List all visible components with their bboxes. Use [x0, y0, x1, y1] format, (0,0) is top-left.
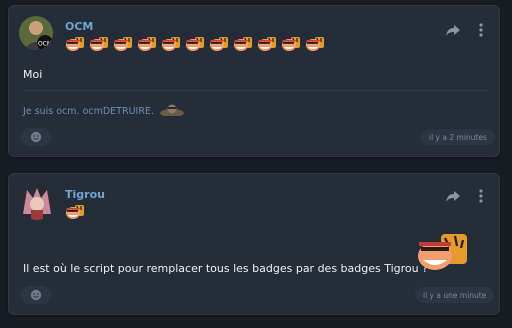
signature: Je suis ocm. ocmDETRUIRE. [23, 104, 185, 119]
username-ocm[interactable]: OCM [65, 20, 93, 33]
tiger-badge-icon[interactable] [161, 36, 181, 52]
tiger-badge-icon[interactable] [65, 36, 85, 52]
more-vertical-icon[interactable] [473, 22, 489, 38]
signature-divider [23, 90, 487, 91]
reaction-smiley-icon [30, 289, 42, 301]
badge-list [65, 204, 85, 220]
post-body: Il est où le script pour remplacer tous … [23, 262, 428, 275]
post-timestamp[interactable]: il y a une minute [415, 287, 495, 303]
username-tigrou[interactable]: Tigrou [65, 188, 105, 201]
more-vertical-icon[interactable] [473, 188, 489, 204]
reaction-button[interactable] [21, 128, 51, 146]
post-timestamp[interactable]: il y a 2 minutes [421, 129, 495, 145]
reaction-button[interactable] [21, 286, 51, 304]
post-card-tigrou: Tigrou Il est où le script pour remplace… [8, 173, 500, 315]
tiger-badge-icon[interactable] [233, 36, 253, 52]
avatar-ocm[interactable]: OCM [19, 16, 53, 50]
tiger-badge-icon[interactable] [185, 36, 205, 52]
tiger-badge-icon[interactable] [257, 36, 277, 52]
signature-badge-icon [159, 104, 185, 119]
badge-list [65, 36, 325, 52]
share-icon[interactable] [445, 188, 461, 204]
reaction-smiley-icon [30, 131, 42, 143]
avatar-tigrou[interactable] [19, 184, 55, 220]
post-body: Moi [23, 68, 43, 81]
tigrou-emoji-icon [415, 232, 469, 272]
tiger-badge-icon[interactable] [281, 36, 301, 52]
tiger-badge-icon[interactable] [65, 204, 85, 220]
tiger-badge-icon[interactable] [137, 36, 157, 52]
tiger-badge-icon[interactable] [209, 36, 229, 52]
tiger-badge-icon[interactable] [113, 36, 133, 52]
post-card-ocm: OCM OCM Moi Je suis ocm. ocmDETRUIRE. il… [8, 5, 500, 157]
avatar-logo-text: OCM [38, 41, 52, 48]
share-icon[interactable] [445, 22, 461, 38]
signature-text: Je suis ocm. ocmDETRUIRE. [23, 106, 154, 117]
tiger-badge-icon[interactable] [89, 36, 109, 52]
tiger-badge-icon[interactable] [305, 36, 325, 52]
